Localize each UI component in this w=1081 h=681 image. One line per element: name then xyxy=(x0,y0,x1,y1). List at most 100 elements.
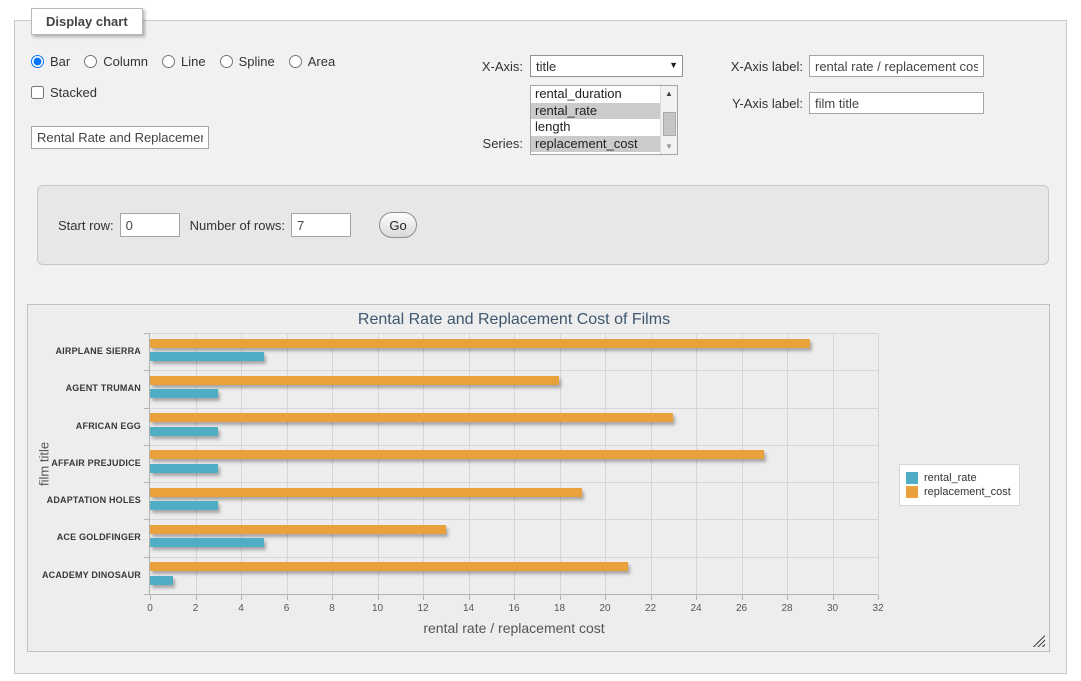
x-axis-tick-label: 18 xyxy=(545,603,575,614)
gridline-vertical xyxy=(423,333,424,594)
x-axis-tick xyxy=(742,595,743,600)
x-axis-tick-label: 12 xyxy=(408,603,438,614)
bar-replacement_cost xyxy=(150,562,628,571)
x-axis-tick xyxy=(833,595,834,600)
y-axis-tick xyxy=(144,445,149,446)
x-axis-select[interactable]: title xyxy=(530,55,683,77)
series-listbox[interactable]: rental_duration rental_rate length repla… xyxy=(530,85,678,155)
gridline-vertical xyxy=(651,333,652,594)
x-axis-tick-label: 6 xyxy=(272,603,302,614)
gridline-horizontal xyxy=(150,557,878,558)
num-rows-label: Number of rows: xyxy=(190,218,285,233)
start-row-label: Start row: xyxy=(58,218,114,233)
gridline-vertical xyxy=(742,333,743,594)
y-axis-label-input[interactable] xyxy=(809,92,984,114)
radio-column-label[interactable]: Column xyxy=(103,54,148,69)
chart-title-input[interactable] xyxy=(31,126,209,149)
radio-spline-label[interactable]: Spline xyxy=(239,54,275,69)
gridline-horizontal xyxy=(150,408,878,409)
bar-rental_rate xyxy=(150,576,173,585)
row-range-panel: Start row: Number of rows: Go xyxy=(37,185,1049,265)
x-axis-tick-label: 8 xyxy=(317,603,347,614)
radio-area[interactable] xyxy=(289,55,302,68)
x-axis-tick xyxy=(287,595,288,600)
y-axis-title: film title xyxy=(36,333,52,594)
num-rows-input[interactable] xyxy=(291,213,351,237)
display-chart-panel: Display chart Bar Column Line Spline Are… xyxy=(14,20,1067,674)
series-options: rental_duration rental_rate length repla… xyxy=(531,86,660,154)
x-axis-tick xyxy=(651,595,652,600)
x-axis-tick xyxy=(150,595,151,600)
x-axis-tick xyxy=(378,595,379,600)
scroll-up-icon[interactable]: ▲ xyxy=(661,86,677,101)
radio-area-label[interactable]: Area xyxy=(308,54,335,69)
resize-handle-icon[interactable] xyxy=(1033,635,1045,647)
panel-title: Display chart xyxy=(31,8,143,35)
y-axis-tick xyxy=(144,557,149,558)
x-axis-tick-label: 10 xyxy=(363,603,393,614)
x-axis-title: rental rate / replacement cost xyxy=(150,620,878,636)
gridline-vertical xyxy=(696,333,697,594)
series-option-rental-rate[interactable]: rental_rate xyxy=(531,103,660,120)
legend-swatch-icon xyxy=(906,486,918,498)
x-axis-tick xyxy=(469,595,470,600)
series-option-length[interactable]: length xyxy=(531,119,660,136)
x-axis-tick xyxy=(878,595,879,600)
gridline-vertical xyxy=(787,333,788,594)
x-axis-select-wrap: title ▼ xyxy=(530,55,683,77)
radio-bar[interactable] xyxy=(31,55,44,68)
stacked-label[interactable]: Stacked xyxy=(50,85,97,100)
gridline-vertical xyxy=(833,333,834,594)
x-axis-tick-label: 22 xyxy=(636,603,666,614)
x-axis-tick-label: 14 xyxy=(454,603,484,614)
x-axis-label-input[interactable] xyxy=(809,55,984,77)
y-axis-tick xyxy=(144,594,149,595)
y-axis-tick xyxy=(144,482,149,483)
legend-swatch-icon xyxy=(906,472,918,484)
series-listbox-label: Series: xyxy=(455,136,523,151)
gridline-horizontal xyxy=(150,370,878,371)
x-axis-tick xyxy=(332,595,333,600)
bar-replacement_cost xyxy=(150,413,673,422)
gridline-horizontal xyxy=(150,519,878,520)
start-row-input[interactable] xyxy=(120,213,180,237)
series-option-replacement-cost[interactable]: replacement_cost xyxy=(531,136,660,153)
gridline-horizontal xyxy=(150,445,878,446)
go-button[interactable]: Go xyxy=(379,212,417,238)
scroll-down-icon[interactable]: ▼ xyxy=(661,139,677,154)
bar-replacement_cost xyxy=(150,525,446,534)
bar-rental_rate xyxy=(150,389,218,398)
legend-item: rental_rate xyxy=(906,472,1011,484)
gridline-horizontal xyxy=(150,482,878,483)
x-axis-tick xyxy=(605,595,606,600)
bar-replacement_cost xyxy=(150,339,810,348)
x-axis-tick-label: 30 xyxy=(818,603,848,614)
scrollbar-thumb[interactable] xyxy=(663,112,676,136)
gridline-vertical xyxy=(241,333,242,594)
series-option-rental-duration[interactable]: rental_duration xyxy=(531,86,660,103)
x-axis-label-caption: X-Axis label: xyxy=(715,59,803,74)
x-axis-tick-label: 16 xyxy=(499,603,529,614)
chart-legend: rental_ratereplacement_cost xyxy=(899,464,1020,506)
gridline-vertical xyxy=(332,333,333,594)
x-axis-tick xyxy=(787,595,788,600)
radio-spline[interactable] xyxy=(220,55,233,68)
radio-line[interactable] xyxy=(162,55,175,68)
bar-rental_rate xyxy=(150,538,264,547)
x-axis-tick-label: 0 xyxy=(135,603,165,614)
radio-bar-label[interactable]: Bar xyxy=(50,54,70,69)
radio-column[interactable] xyxy=(84,55,97,68)
bar-rental_rate xyxy=(150,352,264,361)
x-axis-tick-label: 24 xyxy=(681,603,711,614)
radio-line-label[interactable]: Line xyxy=(181,54,206,69)
x-axis-tick xyxy=(560,595,561,600)
stacked-checkbox[interactable] xyxy=(31,86,44,99)
gridline-vertical xyxy=(878,333,879,594)
listbox-scrollbar[interactable]: ▲ ▼ xyxy=(660,86,677,154)
gridline-vertical xyxy=(605,333,606,594)
gridline-vertical xyxy=(378,333,379,594)
y-axis-tick xyxy=(144,519,149,520)
y-axis-tick xyxy=(144,333,149,334)
gridline-vertical xyxy=(469,333,470,594)
x-axis-tick xyxy=(423,595,424,600)
